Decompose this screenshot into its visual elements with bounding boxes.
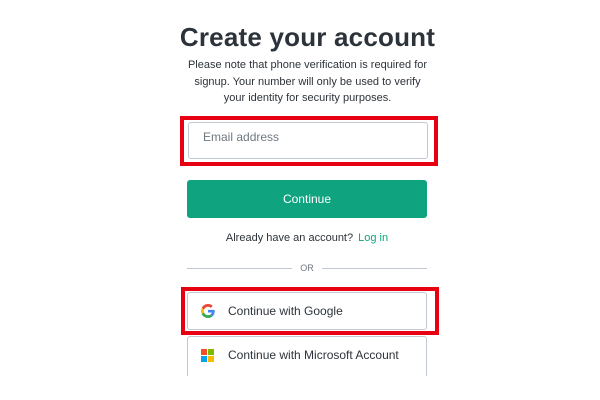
or-divider: OR: [187, 262, 427, 274]
microsoft-icon-blue: [201, 356, 207, 362]
signup-page: Create your account Please note that pho…: [0, 0, 600, 400]
email-field[interactable]: Email address: [188, 122, 428, 159]
phone-verification-note: Please note that phone verification is r…: [187, 59, 428, 104]
google-icon: [201, 304, 215, 318]
email-placeholder: Email address: [203, 130, 280, 144]
continue-with-google-button[interactable]: Continue with Google: [187, 292, 427, 330]
continue-button[interactable]: Continue: [187, 180, 427, 218]
login-prompt-text: Already have an account?: [225, 232, 354, 244]
page-title: Create your account: [179, 22, 436, 52]
login-link[interactable]: Log in: [358, 232, 388, 244]
divider-line-right: [322, 268, 427, 269]
microsoft-icon: [201, 349, 215, 363]
microsoft-icon-yellow: [208, 356, 214, 362]
continue-with-microsoft-button[interactable]: Continue with Microsoft Account: [187, 336, 427, 376]
google-button-label: Continue with Google: [228, 304, 343, 318]
microsoft-button-label: Continue with Microsoft Account: [228, 348, 399, 362]
microsoft-icon-red: [201, 349, 207, 355]
microsoft-icon-green: [208, 349, 214, 355]
login-prompt: Already have an account? Log in: [0, 232, 600, 244]
